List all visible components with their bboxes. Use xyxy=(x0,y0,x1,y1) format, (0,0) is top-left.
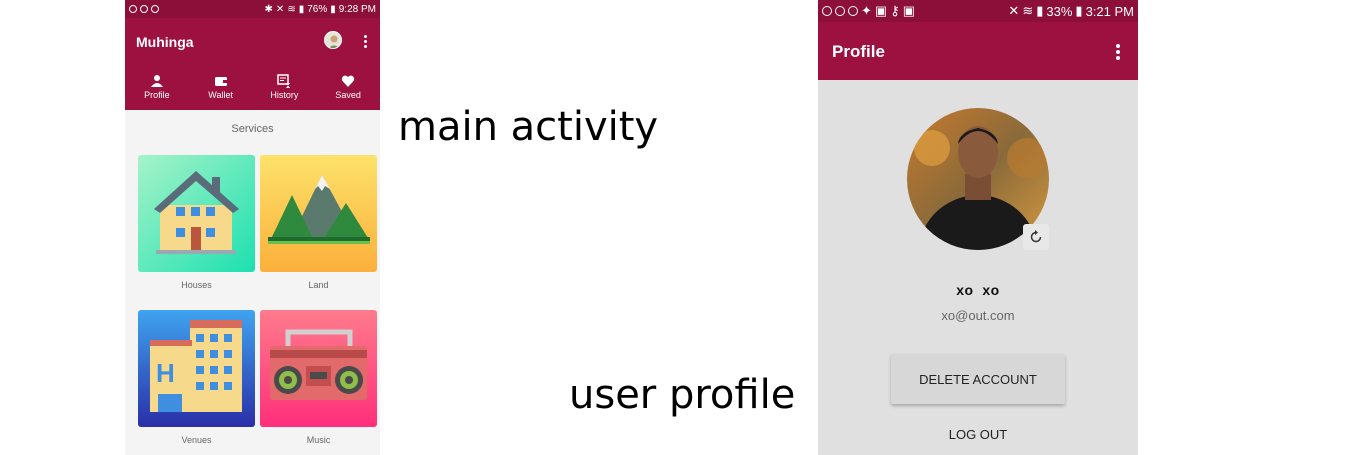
service-card-houses[interactable] xyxy=(138,155,255,272)
user-profile-screen: ✦ ▣ ⚷ ▣ ✕ ≋ ▮ 33% ▮ 3:21 PM Profile xo x… xyxy=(818,0,1138,455)
battery-icon: ▮ xyxy=(330,3,336,15)
notification-icon xyxy=(822,6,832,16)
status-bar: ✱ ✕ ≋ ▮ 76% ▮ 9:28 PM xyxy=(125,0,380,18)
overflow-menu-icon[interactable] xyxy=(364,35,367,48)
clock: 3:21 PM xyxy=(1085,3,1134,19)
boombox-icon xyxy=(260,310,377,427)
status-bar: ✦ ▣ ⚷ ▣ ✕ ≋ ▮ 33% ▮ 3:21 PM xyxy=(818,0,1138,22)
mute-icon: ✕ xyxy=(1008,3,1020,18)
wifi-icon: ≋ xyxy=(1022,3,1034,18)
logout-button[interactable]: LOG OUT xyxy=(818,427,1138,442)
app-bar: Muhinga Profile Wallet History Saved xyxy=(125,18,380,110)
twitter-icon: ✦ xyxy=(861,3,872,18)
tab-label: Saved xyxy=(335,90,361,100)
notification-icons: ✦ ▣ ⚷ ▣ xyxy=(822,3,915,19)
avatar[interactable] xyxy=(324,31,342,49)
chat-icon xyxy=(140,5,148,13)
history-icon xyxy=(277,74,291,88)
clock: 9:28 PM xyxy=(338,3,376,15)
main-activity-screen: ✱ ✕ ≋ ▮ 76% ▮ 9:28 PM Muhinga Profile Wa… xyxy=(125,0,380,455)
wallet-icon xyxy=(214,77,227,86)
service-label: Venues xyxy=(181,435,212,445)
key-icon: ⚷ xyxy=(890,3,900,18)
app-title: Muhinga xyxy=(136,34,194,50)
tab-label: History xyxy=(270,90,299,100)
battery-level: 33% xyxy=(1046,3,1073,19)
user-name: xo xo xyxy=(956,282,1000,298)
app-bar: Profile xyxy=(818,22,1138,80)
mountains-icon xyxy=(260,155,377,272)
svg-text:H: H xyxy=(156,358,175,388)
wifi-icon: ≋ xyxy=(287,3,296,15)
service-card-venues[interactable]: H xyxy=(138,310,255,427)
chat-icon xyxy=(835,6,845,16)
services-title: Services xyxy=(231,123,274,135)
delete-account-button[interactable]: DELETE ACCOUNT xyxy=(891,354,1065,404)
app-icon: ▣ xyxy=(902,3,916,18)
signal-icon: ▮ xyxy=(1036,3,1044,18)
instagram-icon xyxy=(151,5,159,13)
service-card-music[interactable] xyxy=(260,310,377,427)
chat-icon xyxy=(848,6,858,16)
tab-profile[interactable]: Profile xyxy=(127,74,187,100)
service-label: Music xyxy=(306,435,331,445)
overflow-menu-icon[interactable] xyxy=(1116,44,1120,60)
image-icon: ▣ xyxy=(874,3,888,18)
notification-icons xyxy=(129,5,159,13)
tab-wallet[interactable]: Wallet xyxy=(191,74,251,100)
person-icon xyxy=(150,75,163,87)
bluetooth-icon: ✱ xyxy=(264,3,273,15)
tab-bar: Profile Wallet History Saved xyxy=(125,74,380,100)
hotel-icon: H xyxy=(138,310,255,427)
house-icon xyxy=(138,155,255,272)
mute-icon: ✕ xyxy=(275,3,285,15)
rotate-icon xyxy=(1030,230,1042,243)
tab-saved[interactable]: Saved xyxy=(318,74,378,100)
heart-icon xyxy=(341,75,355,87)
battery-level: 76% xyxy=(307,3,328,15)
tab-label: Profile xyxy=(144,90,170,100)
tab-history[interactable]: History xyxy=(254,74,314,100)
signal-icon: ▮ xyxy=(298,3,305,15)
battery-icon: ▮ xyxy=(1075,3,1083,18)
caption-user-profile: user profile xyxy=(569,372,796,418)
service-card-land[interactable] xyxy=(260,155,377,272)
user-email: xo@out.com xyxy=(941,308,1015,323)
service-label: Land xyxy=(308,280,329,290)
rotate-photo-button[interactable] xyxy=(1023,224,1049,250)
caption-main-activity: main activity xyxy=(398,104,659,150)
app-title: Profile xyxy=(832,42,885,61)
notification-icon xyxy=(129,5,137,13)
service-label: Houses xyxy=(181,280,212,290)
tab-label: Wallet xyxy=(208,90,233,100)
